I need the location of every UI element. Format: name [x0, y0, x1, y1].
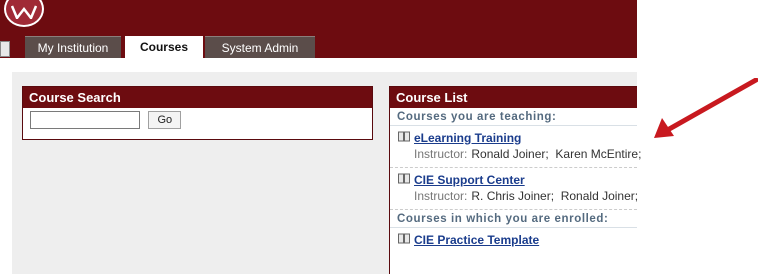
annotation-arrow-icon	[654, 78, 758, 138]
course-link-cie-practice-template[interactable]: CIE Practice Template	[414, 233, 539, 247]
course-search-title: Course Search	[23, 87, 372, 108]
course-link-elearning-training[interactable]: eLearning Training	[414, 131, 521, 145]
search-row: Go	[23, 108, 372, 129]
logo-w-mark	[11, 5, 37, 19]
go-button[interactable]: Go	[148, 111, 182, 129]
book-icon	[398, 131, 410, 145]
course-search-module: Course Search Go	[22, 86, 373, 140]
instructor-line: Instructor: R. Chris Joiner; Ronald Joine…	[398, 189, 639, 203]
top-header: My Institution Courses System Admin	[0, 0, 637, 59]
main-content: Course Search Go Course List Courses you…	[0, 58, 641, 274]
course-list-module: Course List Courses you are teaching: eL…	[389, 86, 641, 274]
menu-toggle-icon[interactable]	[0, 41, 10, 57]
list-item: CIE Practice Template	[390, 228, 637, 253]
tab-system-admin[interactable]: System Admin	[205, 36, 315, 58]
enrolled-heading: Courses in which you are enrolled:	[390, 210, 637, 228]
tab-my-institution[interactable]: My Institution	[25, 36, 121, 58]
instructor-names: R. Chris Joiner; Ronald Joiner;	[471, 189, 639, 203]
book-icon	[398, 173, 410, 187]
module-area: Course Search Go Course List Courses you…	[12, 72, 641, 274]
list-item: eLearning Training Instructor: Ronald Joi…	[390, 126, 641, 168]
course-list-title: Course List	[390, 87, 637, 108]
book-icon	[398, 233, 410, 247]
instructor-label: Instructor:	[414, 147, 468, 161]
teaching-heading: Courses you are teaching:	[390, 108, 637, 126]
instructor-names: Ronald Joiner; Karen McEntire;	[471, 147, 642, 161]
institution-logo[interactable]	[4, 0, 44, 27]
list-item: CIE Support Center Instructor: R. Chris J…	[390, 168, 639, 210]
instructor-line: Instructor: Ronald Joiner; Karen McEntire…	[398, 147, 641, 161]
course-link-cie-support-center[interactable]: CIE Support Center	[414, 173, 525, 187]
instructor-label: Instructor:	[414, 189, 468, 203]
tab-courses[interactable]: Courses	[125, 36, 203, 59]
course-search-input[interactable]	[30, 111, 140, 129]
